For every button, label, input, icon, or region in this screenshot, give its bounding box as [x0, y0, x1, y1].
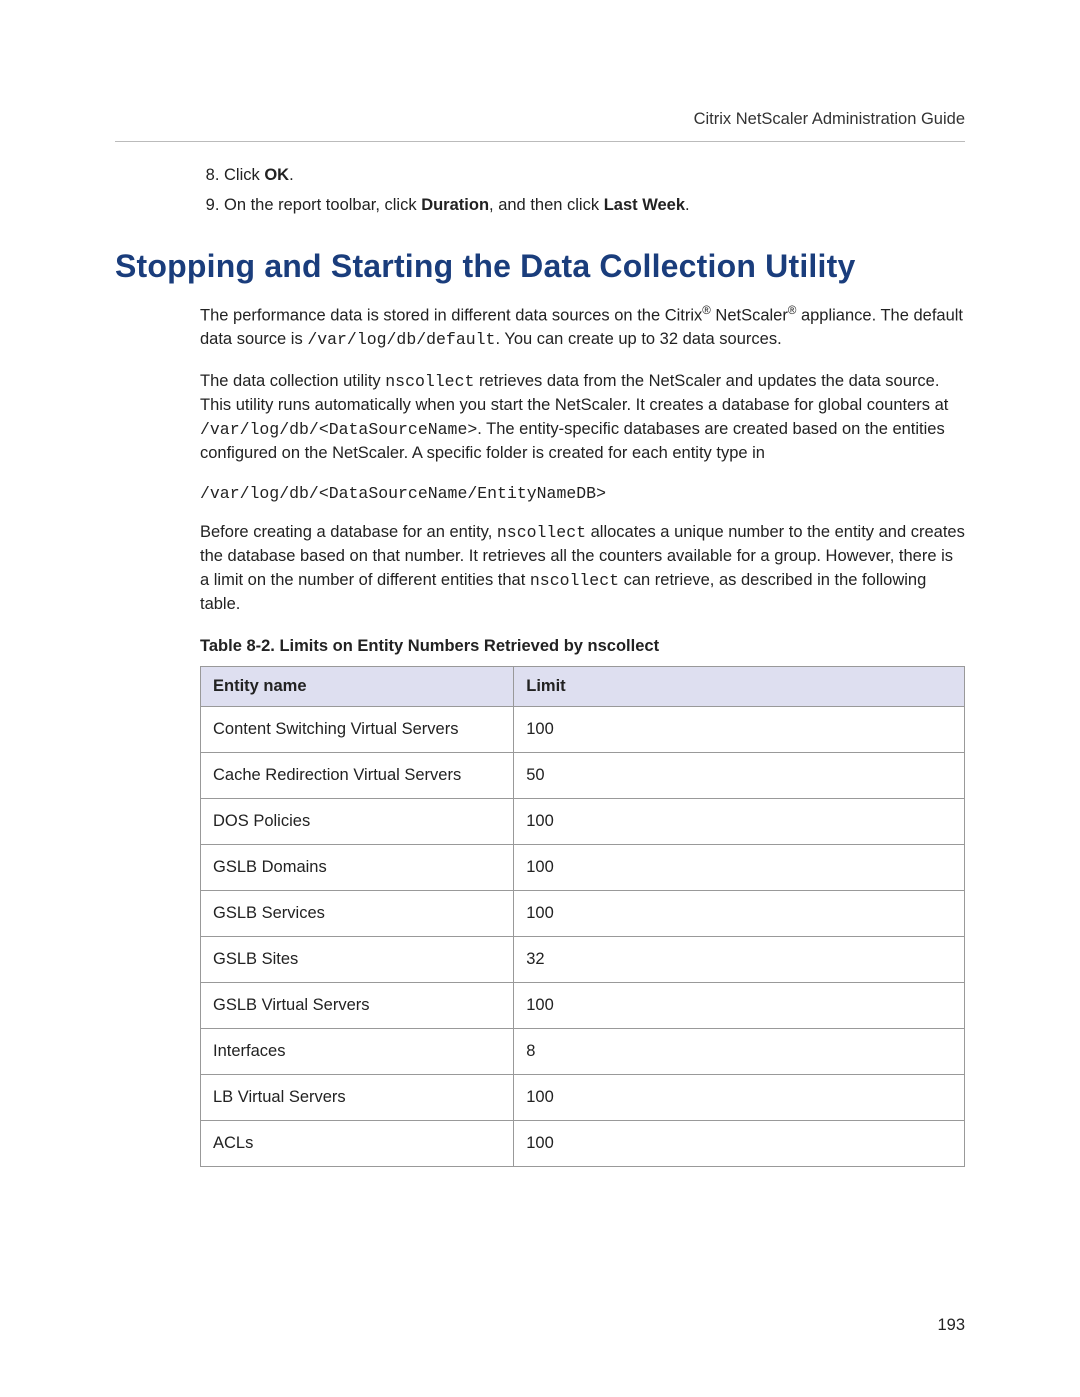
cell-limit: 100: [514, 1074, 965, 1120]
p3-code2: nscollect: [530, 571, 619, 590]
table-row: DOS Policies100: [201, 798, 965, 844]
cell-entity: Content Switching Virtual Servers: [201, 706, 514, 752]
table-header-row: Entity name Limit: [201, 666, 965, 706]
limits-table: Entity name Limit Content Switching Virt…: [200, 666, 965, 1167]
step-list: Click OK. On the report toolbar, click D…: [200, 164, 965, 218]
p1-d: . You can create up to 32 data sources.: [495, 330, 781, 348]
cell-limit: 50: [514, 752, 965, 798]
cell-entity: GSLB Domains: [201, 844, 514, 890]
table-row: Cache Redirection Virtual Servers50: [201, 752, 965, 798]
paragraph-1: The performance data is stored in differ…: [200, 303, 965, 352]
cell-limit: 100: [514, 890, 965, 936]
table-row: GSLB Virtual Servers100: [201, 982, 965, 1028]
cell-limit: 100: [514, 798, 965, 844]
paragraph-2: The data collection utility nscollect re…: [200, 370, 965, 466]
table-row: GSLB Domains100: [201, 844, 965, 890]
step-9-post: .: [685, 196, 690, 214]
table-row: LB Virtual Servers100: [201, 1074, 965, 1120]
p3-a: Before creating a database for an entity…: [200, 523, 497, 541]
cell-limit: 8: [514, 1028, 965, 1074]
p2-code2: /var/log/db/<DataSourceName>: [200, 420, 477, 439]
table-row: ACLs100: [201, 1120, 965, 1166]
running-head: Citrix NetScaler Administration Guide: [115, 110, 965, 129]
cell-entity: ACLs: [201, 1120, 514, 1166]
registered-icon: ®: [702, 305, 711, 317]
content-area: Click OK. On the report toolbar, click D…: [115, 164, 965, 1167]
cell-entity: GSLB Sites: [201, 936, 514, 982]
step-9-mid: , and then click: [489, 196, 604, 214]
step-9-bold2: Last Week: [604, 196, 685, 214]
section-heading: Stopping and Starting the Data Collectio…: [115, 248, 965, 285]
table-row: Interfaces8: [201, 1028, 965, 1074]
p1-b: NetScaler: [711, 306, 788, 324]
step-9: On the report toolbar, click Duration, a…: [224, 194, 965, 218]
cell-limit: 100: [514, 844, 965, 890]
cell-limit: 32: [514, 936, 965, 982]
code-line: /var/log/db/<DataSourceName/EntityNameDB…: [200, 484, 965, 503]
step-9-pre: On the report toolbar, click: [224, 196, 421, 214]
cell-entity: Cache Redirection Virtual Servers: [201, 752, 514, 798]
cell-limit: 100: [514, 1120, 965, 1166]
table-row: GSLB Services100: [201, 890, 965, 936]
step-8-post: .: [289, 166, 294, 184]
th-limit: Limit: [514, 666, 965, 706]
cell-entity: GSLB Virtual Servers: [201, 982, 514, 1028]
step-9-bold1: Duration: [421, 196, 489, 214]
cell-limit: 100: [514, 982, 965, 1028]
page: Citrix NetScaler Administration Guide Cl…: [0, 0, 1080, 1397]
step-8: Click OK.: [224, 164, 965, 188]
table-caption: Table 8-2. Limits on Entity Numbers Retr…: [200, 637, 965, 656]
p3-code1: nscollect: [497, 523, 586, 542]
header-rule: [115, 141, 965, 142]
cell-entity: Interfaces: [201, 1028, 514, 1074]
cell-entity: DOS Policies: [201, 798, 514, 844]
cell-limit: 100: [514, 706, 965, 752]
table-row: GSLB Sites32: [201, 936, 965, 982]
cell-entity: GSLB Services: [201, 890, 514, 936]
page-number: 193: [937, 1316, 965, 1335]
paragraph-3: Before creating a database for an entity…: [200, 521, 965, 617]
table-row: Content Switching Virtual Servers100: [201, 706, 965, 752]
p2-code1: nscollect: [385, 372, 474, 391]
step-8-bold: OK: [264, 166, 289, 184]
p2-a: The data collection utility: [200, 372, 385, 390]
cell-entity: LB Virtual Servers: [201, 1074, 514, 1120]
p1-a: The performance data is stored in differ…: [200, 306, 702, 324]
step-8-pre: Click: [224, 166, 264, 184]
th-entity-name: Entity name: [201, 666, 514, 706]
p1-code: /var/log/db/default: [307, 330, 495, 349]
